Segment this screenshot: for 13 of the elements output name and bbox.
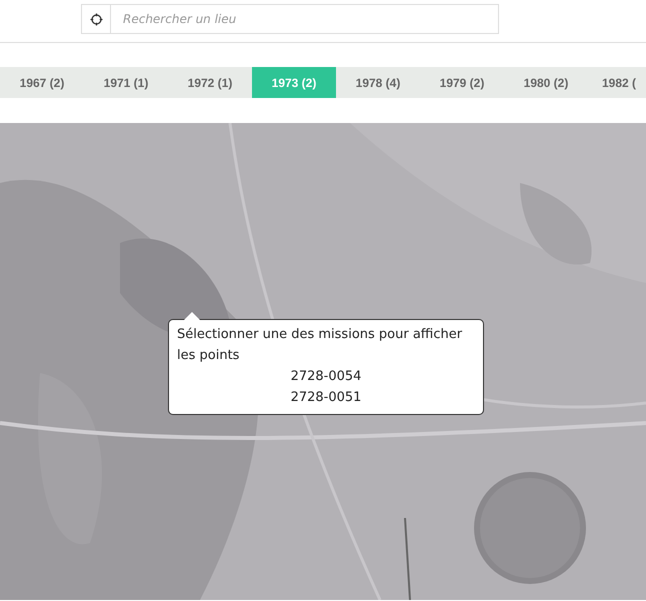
crosshair-icon [90, 12, 102, 26]
year-tab[interactable]: 1982 ( [588, 67, 646, 98]
year-tab[interactable]: 1980 (2) [504, 67, 588, 98]
year-tab[interactable]: 1967 (2) [0, 67, 84, 98]
year-tab[interactable]: 1971 (1) [84, 67, 168, 98]
mission-link[interactable]: 2728-0051 [290, 387, 362, 408]
locate-button[interactable] [81, 4, 111, 34]
popup-message: Sélectionner une des missions pour afficher les points [177, 326, 464, 365]
search-field[interactable]: Rechercher un lieu [111, 4, 499, 34]
year-tab[interactable]: 1972 (1) [168, 67, 252, 98]
year-tab[interactable]: 1979 (2) [420, 67, 504, 98]
mission-link[interactable]: 2728-0054 [290, 366, 362, 387]
year-tab[interactable]: 1978 (4) [336, 67, 420, 98]
